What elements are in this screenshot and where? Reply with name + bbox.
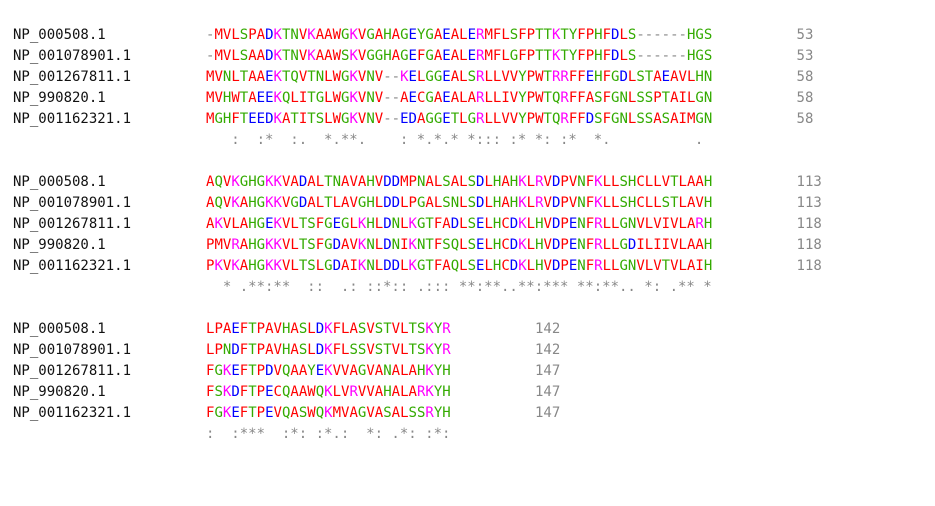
sequence-row: NP_000508.1 LPAEFTPAVHASLDKFLASVSTVLTSKYR… [13,319,822,340]
sequence-row: NP_990820.1 PMVRAHGKKVLTSFGDAVKNLDNIKNTFS… [13,235,822,256]
sequence-residues: AKVLAHGEKVLTSFGEGLKHLDNLKGTFADLSELHCDKLH… [206,216,713,232]
sequence-name: NP_001162321.1 [13,111,132,127]
sequence-residues: MGHFTEEDKATITSLWGKVNV--EDAGGETLGRLLVVYPW… [206,111,713,127]
residue-count: 53 [712,48,814,64]
sequence-residues: PMVRAHGKKVLTSFGDAVKNLDNIKNTFSQLSELHCDKLH… [206,237,713,253]
residue-count: 142 [450,342,561,358]
sequence-residues: -MVLSAADKTNVKAAWSKVGGHAGEFGAEALERMFLGFPT… [206,48,713,64]
sequence-name: NP_001162321.1 [13,258,132,274]
alignment-block: NP_000508.1 AQVKGHGKKVADALTNAVAHVDDMPNALS… [13,172,822,298]
sequence-residues: FSKDFTPECQAAWQKLVRVVAHALARKYH [206,384,451,400]
consensus-row: : :* :. *.**. : *.*.* *::: :* *: :* *. . [13,130,822,151]
sequence-name: NP_990820.1 [13,384,106,400]
consensus-row: * .**:** :: .: ::*:: .::: **:**..**:*** … [13,277,822,298]
consensus-symbols: : :* :. *.**. : *.*.* *::: :* *: :* *. . [206,132,704,148]
consensus-spacer [13,130,206,151]
residue-count: 147 [450,405,561,421]
residue-count: 118 [712,237,822,253]
sequence-row: NP_001267811.1 FGKEFTPDVQAAYEKVVAGVANALAH… [13,361,822,382]
sequence-name: NP_001267811.1 [13,216,132,232]
sequence-residues: LPNDFTPAVHASLDKFLSSVSTVLTSKYR [206,342,451,358]
sequence-row: NP_001267811.1 MVNLTAAEKTQVTNLWGKVNV--KEL… [13,67,822,88]
sequence-name: NP_000508.1 [13,321,106,337]
sequence-name: NP_001078901.1 [13,48,132,64]
sequence-residues: MVHWTAEEKQLITGLWGKVNV--AECGAEALARLLIVYPW… [206,90,713,106]
residue-count: 58 [712,111,814,127]
sequence-residues: MVNLTAAEKTQVTNLWGKVNV--KELGGEALSRLLVVYPW… [206,69,713,85]
residue-count: 58 [712,69,814,85]
sequence-row: NP_001078901.1 -MVLSAADKTNVKAAWSKVGGHAGEF… [13,46,822,67]
sequence-row: NP_000508.1 -MVLSPADKTNVKAAWGKVGAHAGEYGAE… [13,25,822,46]
sequence-residues: -MVLSPADKTNVKAAWGKVGAHAGEYGAEALERMFLSFPT… [206,27,713,43]
sequence-row: NP_000508.1 AQVKGHGKKVADALTNAVAHVDDMPNALS… [13,172,822,193]
residue-count: 113 [712,174,822,190]
consensus-symbols: : :*** :*: :*.: *: .*: :*: [206,426,451,442]
sequence-row: NP_001162321.1 FGKEFTPEVQASWQKMVAGVASALSS… [13,403,822,424]
sequence-name: NP_990820.1 [13,90,106,106]
residue-count: 118 [712,216,822,232]
sequence-row: NP_001078901.1 AQVKAHGKKVGDALTLAVGHLDDLPG… [13,193,822,214]
sequence-residues: LPAEFTPAVHASLDKFLASVSTVLTSKYR [206,321,451,337]
sequence-name: NP_001078901.1 [13,342,132,358]
alignment-view: NP_000508.1 -MVLSPADKTNVKAAWGKVGAHAGEYGAE… [13,25,822,466]
sequence-name: NP_001162321.1 [13,405,132,421]
sequence-name: NP_990820.1 [13,237,106,253]
sequence-residues: FGKEFTPDVQAAYEKVVAGVANALAHKYH [206,363,451,379]
sequence-name: NP_001267811.1 [13,363,132,379]
sequence-residues: PKVKAHGKKVLTSLGDAIKNLDDLKGTFAQLSELHCDKLH… [206,258,713,274]
sequence-row: NP_001162321.1 PKVKAHGKKVLTSLGDAIKNLDDLKG… [13,256,822,277]
consensus-spacer [13,277,206,298]
sequence-name: NP_001078901.1 [13,195,132,211]
residue-count: 142 [450,321,561,337]
consensus-symbols: * .**:** :: .: ::*:: .::: **:**..**:*** … [206,279,712,295]
sequence-residues: AQVKGHGKKVADALTNAVAHVDDMPNALSALSDLHAHKLR… [206,174,713,190]
alignment-block: NP_000508.1 -MVLSPADKTNVKAAWGKVGAHAGEYGAE… [13,25,822,151]
sequence-row: NP_990820.1 FSKDFTPECQAAWQKLVRVVAHALARKYH… [13,382,822,403]
sequence-row: NP_001162321.1 MGHFTEEDKATITSLWGKVNV--EDA… [13,109,822,130]
sequence-row: NP_001267811.1 AKVLAHGEKVLTSFGEGLKHLDNLKG… [13,214,822,235]
residue-count: 113 [712,195,822,211]
residue-count: 118 [712,258,822,274]
sequence-residues: AQVKAHGKKVGDALTLAVGHLDDLPGALSNLSDLHAHKLR… [206,195,713,211]
sequence-row: NP_001078901.1 LPNDFTPAVHASLDKFLSSVSTVLTS… [13,340,822,361]
residue-count: 147 [450,384,561,400]
consensus-row: : :*** :*: :*.: *: .*: :*: [13,424,822,445]
residue-count: 147 [450,363,561,379]
sequence-name: NP_000508.1 [13,174,106,190]
residue-count: 58 [712,90,814,106]
alignment-block: NP_000508.1 LPAEFTPAVHASLDKFLASVSTVLTSKYR… [13,319,822,445]
consensus-spacer [13,424,206,445]
residue-count: 53 [712,27,814,43]
sequence-name: NP_000508.1 [13,27,106,43]
sequence-residues: FGKEFTPEVQASWQKMVAGVASALSSRYH [206,405,451,421]
sequence-row: NP_990820.1 MVHWTAEEKQLITGLWGKVNV--AECGAE… [13,88,822,109]
sequence-name: NP_001267811.1 [13,69,132,85]
